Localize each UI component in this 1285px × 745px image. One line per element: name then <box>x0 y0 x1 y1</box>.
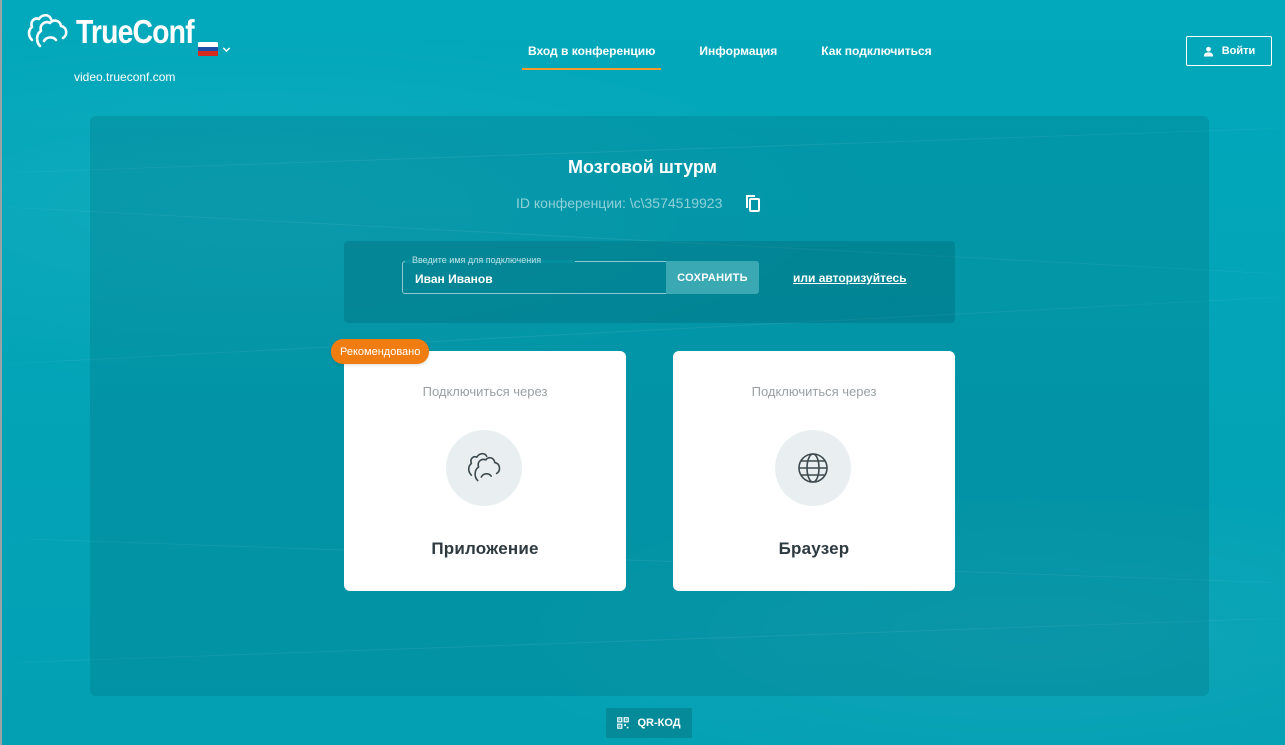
logo[interactable]: TrueConf <box>26 12 213 52</box>
chevron-down-icon <box>222 46 231 52</box>
header: TrueConf video.trueconf.com Вход в конфе… <box>0 0 1285 100</box>
qr-code-button[interactable]: QR-КОД <box>606 708 692 738</box>
conference-title: Мозговой штурм <box>568 157 717 177</box>
trueconf-logo-icon <box>27 13 68 48</box>
copy-icon[interactable] <box>744 194 761 212</box>
qr-code-label: QR-КОД <box>637 717 681 729</box>
nav-how-to-connect[interactable]: Как подключиться <box>815 44 937 70</box>
conference-id-row: ID конференции: \c\3574519923 <box>516 194 761 212</box>
card-icon-circle <box>446 430 522 506</box>
globe-icon <box>798 453 828 483</box>
login-label: Войти <box>1221 45 1256 57</box>
language-selector[interactable] <box>198 42 231 56</box>
authorize-link[interactable]: или авторизуйтесь <box>793 271 907 285</box>
card-icon-circle <box>775 430 851 506</box>
domain-label: video.trueconf.com <box>74 70 176 84</box>
main-nav: Вход в конференцию Информация Как подклю… <box>522 44 938 70</box>
nav-information[interactable]: Информация <box>693 44 783 70</box>
card-title: Браузер <box>778 539 850 558</box>
save-button[interactable]: СОХРАНИТЬ <box>666 261 759 294</box>
card-subtitle: Подключиться через <box>751 384 877 399</box>
logo-text: TrueConf <box>76 13 195 50</box>
connect-app-card[interactable]: Подключиться через Приложение <box>344 351 626 591</box>
login-button[interactable]: Войти <box>1186 36 1272 66</box>
nav-join-conference[interactable]: Вход в конференцию <box>522 44 662 70</box>
card-title: Приложение <box>431 539 539 558</box>
user-icon <box>1203 46 1213 57</box>
card-subtitle: Подключиться через <box>422 384 548 399</box>
qr-code-icon <box>617 717 630 729</box>
connect-browser-card[interactable]: Подключиться через Браузер <box>673 351 955 591</box>
people-icon <box>467 452 501 482</box>
conference-id: ID конференции: \c\3574519923 <box>516 195 723 211</box>
name-field-legend: Введите имя для подключения <box>412 255 542 265</box>
recommended-badge: Рекомендовано <box>331 339 430 364</box>
russian-flag-icon <box>198 42 218 56</box>
name-input[interactable] <box>415 272 655 286</box>
